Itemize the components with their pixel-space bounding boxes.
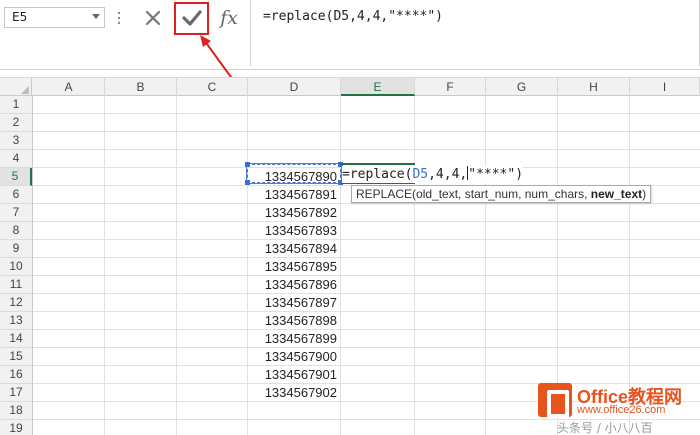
- grid-line: [33, 365, 700, 366]
- grid-line: [33, 311, 700, 312]
- formula-text: =replace(D5,4,4,"****"): [263, 9, 444, 24]
- cell-d6[interactable]: 1334567891: [248, 186, 340, 204]
- column-header-d[interactable]: D: [248, 78, 341, 96]
- row-header-16[interactable]: 16: [0, 366, 32, 384]
- column-header-c[interactable]: C: [177, 78, 248, 96]
- edit-args: ,4,4,: [428, 167, 468, 182]
- column-header-i[interactable]: I: [630, 78, 700, 96]
- grid-line: [340, 96, 341, 435]
- column-header-f[interactable]: F: [415, 78, 486, 96]
- cell-d17[interactable]: 1334567902: [248, 384, 340, 402]
- office-logo-icon: [538, 383, 572, 418]
- row-header-1[interactable]: 1: [0, 96, 32, 114]
- formula-input[interactable]: =replace(D5,4,4,"****"): [250, 0, 700, 66]
- row-header-14[interactable]: 14: [0, 330, 32, 348]
- row-header-17[interactable]: 17: [0, 384, 32, 402]
- column-header-g[interactable]: G: [486, 78, 558, 96]
- checkmark-icon: [182, 9, 202, 26]
- tooltip-func[interactable]: REPLACE(: [356, 187, 416, 201]
- cell-d8[interactable]: 1334567893: [248, 222, 340, 240]
- row-header-4[interactable]: 4: [0, 150, 32, 168]
- tooltip-params: old_text, start_num, num_chars,: [416, 187, 591, 201]
- cell-d15[interactable]: 1334567900: [248, 348, 340, 366]
- watermark-subtitle: 头条号 / 小八八百: [557, 421, 653, 435]
- watermark: Office教程网 www.office26.com 头条号 / 小八八百: [535, 380, 700, 435]
- grid-line: [33, 203, 700, 204]
- row-header-11[interactable]: 11: [0, 276, 32, 294]
- cell-d10[interactable]: 1334567895: [248, 258, 340, 276]
- name-box-value: E5: [12, 10, 28, 24]
- grid-line: [104, 96, 105, 435]
- reference-handle[interactable]: [245, 180, 250, 185]
- chevron-down-icon[interactable]: [92, 14, 100, 19]
- cell-d13[interactable]: 1334567898: [248, 312, 340, 330]
- grid-line: [485, 96, 486, 435]
- grid-line: [176, 96, 177, 435]
- row-header-10[interactable]: 10: [0, 258, 32, 276]
- formula-reference-outline: [246, 163, 342, 184]
- grid-line: [33, 257, 700, 258]
- tooltip-current-param: new_text: [590, 187, 643, 201]
- column-header-a[interactable]: A: [33, 78, 105, 96]
- tooltip-close: ): [642, 187, 647, 201]
- row-header-13[interactable]: 13: [0, 312, 32, 330]
- row-header-15[interactable]: 15: [0, 348, 32, 366]
- cell-d11[interactable]: 1334567896: [248, 276, 340, 294]
- select-all-corner[interactable]: [0, 78, 32, 96]
- column-headers: A B C D E F G H I: [0, 77, 700, 96]
- cell-d9[interactable]: 1334567894: [248, 240, 340, 258]
- cell-d12[interactable]: 1334567897: [248, 294, 340, 312]
- insert-function-button[interactable]: fx: [212, 5, 246, 30]
- column-header-h[interactable]: H: [558, 78, 630, 96]
- formula-bar-area: E5 fx =replace(D5,4,4,"****"): [0, 0, 700, 70]
- enter-button[interactable]: [177, 5, 207, 30]
- grid-line: [33, 131, 700, 132]
- edit-tail: "****"): [468, 167, 524, 182]
- grid-line: [33, 149, 700, 150]
- name-box[interactable]: E5: [4, 7, 105, 28]
- row-headers: 1 2 3 4 5 6 7 8 9 10 11 12 13 14 15 16 1…: [0, 96, 33, 435]
- row-header-8[interactable]: 8: [0, 222, 32, 240]
- grid-line: [33, 113, 700, 114]
- grid-line: [33, 239, 700, 240]
- grid-line: [33, 347, 700, 348]
- grid-line: [33, 329, 700, 330]
- column-header-b[interactable]: B: [105, 78, 177, 96]
- row-header-18[interactable]: 18: [0, 402, 32, 420]
- close-icon: [145, 10, 161, 25]
- row-header-7[interactable]: 7: [0, 204, 32, 222]
- row-header-5[interactable]: 5: [0, 168, 32, 186]
- row-header-12[interactable]: 12: [0, 294, 32, 312]
- row-header-19[interactable]: 19: [0, 420, 32, 435]
- watermark-site: www.office26.com: [577, 404, 666, 416]
- grid-line: [33, 221, 700, 222]
- row-header-2[interactable]: 2: [0, 114, 32, 132]
- row-header-3[interactable]: 3: [0, 132, 32, 150]
- grid-line: [414, 96, 415, 435]
- grid-line: [33, 293, 700, 294]
- reference-handle[interactable]: [245, 162, 250, 167]
- grip-dots-icon: [117, 10, 121, 26]
- cell-d16[interactable]: 1334567901: [248, 366, 340, 384]
- row-header-6[interactable]: 6: [0, 186, 32, 204]
- function-signature-tooltip[interactable]: REPLACE(old_text, start_num, num_chars, …: [351, 185, 652, 203]
- edit-reference: D5: [412, 167, 429, 182]
- cell-d7[interactable]: 1334567892: [248, 204, 340, 222]
- cancel-button[interactable]: [138, 5, 168, 30]
- edit-prefix: =replace(: [342, 167, 413, 182]
- cell-edit-text[interactable]: =replace(D5,4,4,"****"): [342, 166, 524, 183]
- grid-line: [33, 275, 700, 276]
- column-header-e[interactable]: E: [341, 78, 415, 96]
- cell-d14[interactable]: 1334567899: [248, 330, 340, 348]
- row-header-9[interactable]: 9: [0, 240, 32, 258]
- fx-icon: fx: [220, 6, 238, 29]
